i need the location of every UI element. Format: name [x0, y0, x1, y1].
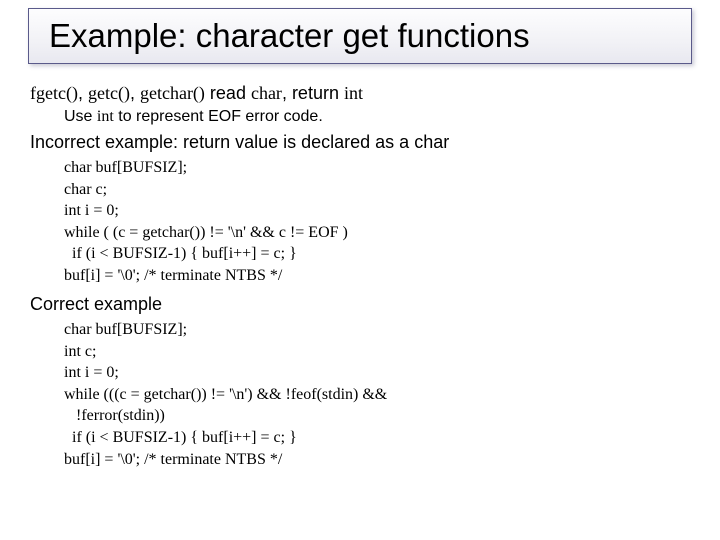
code-line: int i = 0;: [64, 362, 690, 384]
text-span: , return: [282, 83, 344, 103]
text-span: read: [205, 83, 251, 103]
code-span: getc(): [88, 83, 130, 103]
code-span: char: [251, 83, 282, 103]
bullet-use-int: Use int to represent EOF error code.: [64, 107, 690, 127]
code-block-incorrect: char buf[BUFSIZ]; char c; int i = 0; whi…: [64, 157, 690, 287]
code-line: while ( (c = getchar()) != '\n' && c != …: [64, 222, 690, 244]
code-line: char buf[BUFSIZ];: [64, 319, 690, 341]
text-span: ,: [78, 83, 88, 103]
code-line: while (((c = getchar()) != '\n') && !feo…: [64, 384, 690, 406]
code-span: fgetc(): [30, 83, 78, 103]
bullet-incorrect: Incorrect example: return value is decla…: [30, 131, 690, 154]
code-line: buf[i] = '\0'; /* terminate NTBS */: [64, 449, 690, 471]
code-line: buf[i] = '\0'; /* terminate NTBS */: [64, 265, 690, 287]
code-span: int: [97, 108, 114, 125]
slide-content: fgetc(), getc(), getchar() read char, re…: [30, 78, 690, 476]
code-line: !ferror(stdin)): [64, 405, 690, 427]
slide: Example: character get functions fgetc()…: [0, 0, 720, 540]
title-box: Example: character get functions: [28, 8, 692, 64]
text-span: Use: [64, 108, 97, 125]
code-line: if (i < BUFSIZ-1) { buf[i++] = c; }: [64, 243, 690, 265]
code-line: char buf[BUFSIZ];: [64, 157, 690, 179]
bullet-fgetc-line: fgetc(), getc(), getchar() read char, re…: [30, 82, 690, 105]
text-span: to represent EOF error code.: [114, 108, 323, 125]
code-line: char c;: [64, 179, 690, 201]
text-span: ,: [130, 83, 140, 103]
code-block-correct: char buf[BUFSIZ]; int c; int i = 0; whil…: [64, 319, 690, 470]
code-span: int: [344, 83, 363, 103]
code-line: int i = 0;: [64, 200, 690, 222]
bullet-correct: Correct example: [30, 293, 690, 316]
code-line: int c;: [64, 341, 690, 363]
code-line: if (i < BUFSIZ-1) { buf[i++] = c; }: [64, 427, 690, 449]
code-span: getchar(): [140, 83, 205, 103]
slide-title: Example: character get functions: [49, 17, 530, 55]
